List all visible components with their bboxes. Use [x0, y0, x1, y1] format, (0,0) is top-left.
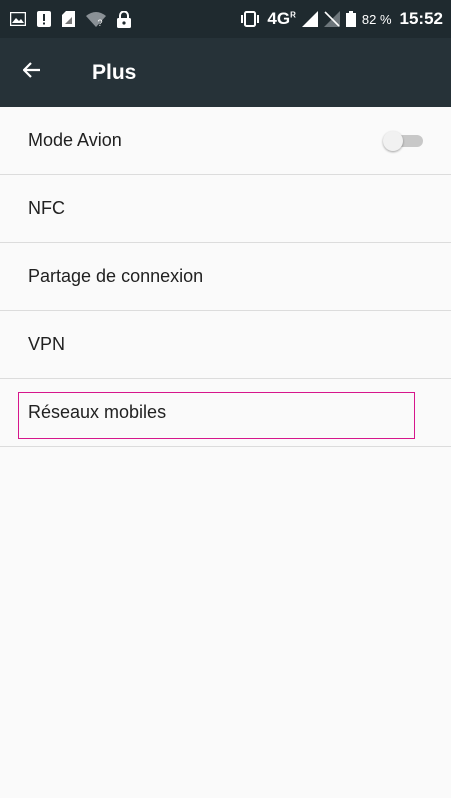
settings-list: Mode Avion NFC Partage de connexion VPN …	[0, 107, 451, 447]
battery-icon	[345, 11, 356, 27]
signal-icon	[301, 11, 318, 27]
network-type: 4GR	[267, 9, 296, 28]
image-icon	[10, 12, 26, 26]
back-button[interactable]	[0, 38, 64, 107]
setting-nfc[interactable]: NFC	[0, 175, 451, 243]
svg-text:?: ?	[98, 18, 103, 27]
arrow-left-icon	[22, 61, 41, 84]
setting-mobile-networks[interactable]: Réseaux mobiles	[0, 379, 451, 447]
setting-label: VPN	[28, 334, 66, 354]
notification-icon	[37, 11, 51, 27]
airplane-mode-toggle[interactable]	[383, 131, 423, 151]
setting-label: NFC	[28, 198, 65, 218]
sim-icon	[62, 11, 75, 27]
setting-label: Réseaux mobiles	[28, 402, 167, 422]
no-signal-icon	[323, 11, 340, 27]
battery-percent: 82 %	[361, 11, 392, 27]
status-bar-left: ?	[10, 10, 131, 28]
status-bar-right: 4GR 82 % 15:52	[239, 9, 443, 29]
vibrate-icon	[239, 11, 261, 27]
app-bar: Plus	[0, 38, 451, 107]
wifi-icon: ?	[86, 11, 106, 27]
setting-label: Mode Avion	[28, 130, 122, 150]
setting-tethering[interactable]: Partage de connexion	[0, 243, 451, 311]
setting-airplane-mode[interactable]: Mode Avion	[0, 107, 451, 175]
clock: 15:52	[399, 9, 443, 28]
status-bar: ? 4GR 82 % 15:52	[0, 0, 451, 38]
setting-label: Partage de connexion	[28, 266, 204, 286]
lock-icon	[117, 10, 131, 28]
setting-vpn[interactable]: VPN	[0, 311, 451, 379]
page-title: Plus	[92, 60, 137, 84]
toggle-thumb	[383, 131, 403, 151]
